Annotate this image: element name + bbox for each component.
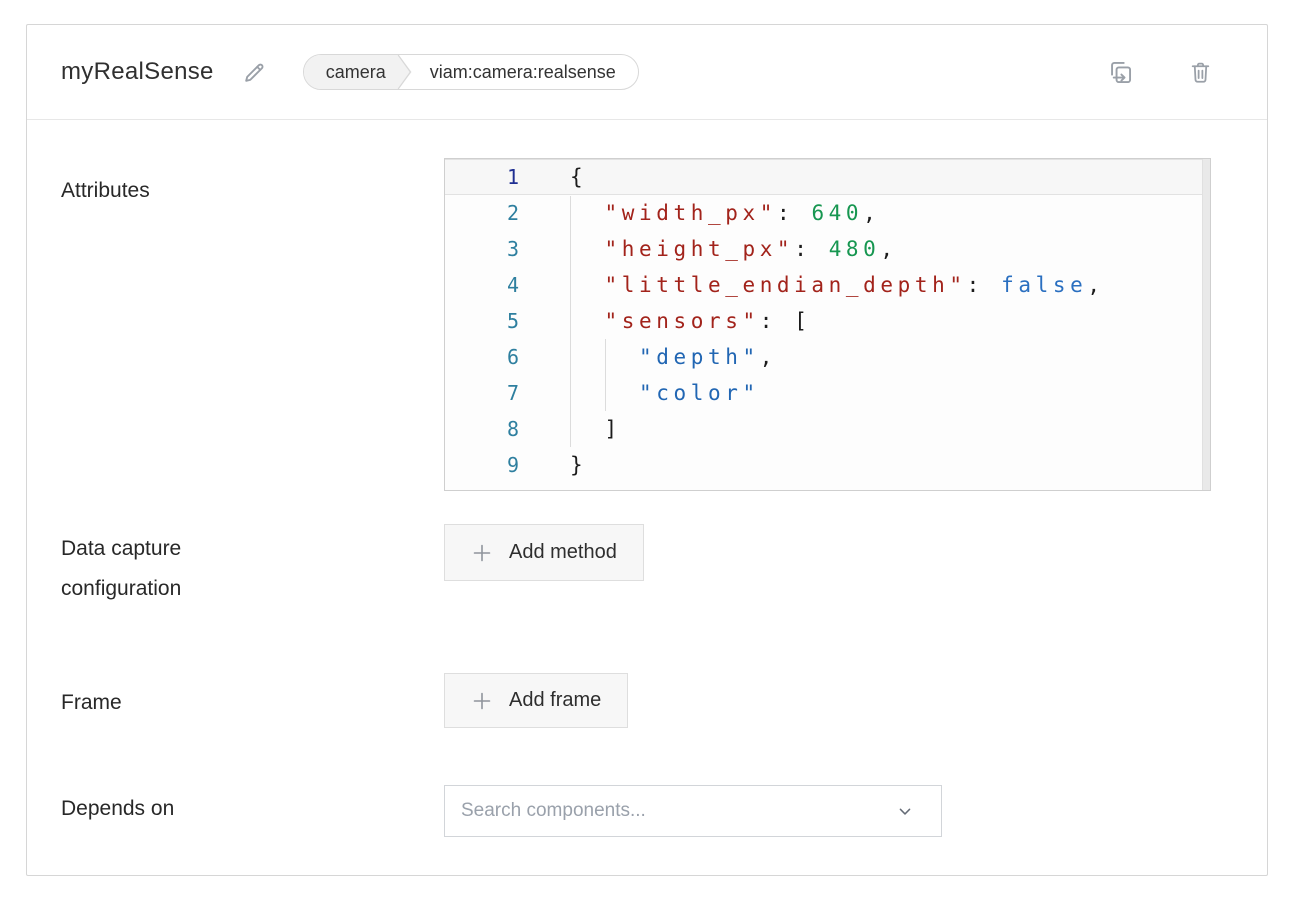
line-number: 5 xyxy=(445,303,519,339)
code-text: "little_endian_depth": false, xyxy=(519,267,1210,303)
attributes-json-editor[interactable]: 1{2 "width_px": 640,3 "height_px": 480,4… xyxy=(444,158,1211,491)
code-text: } xyxy=(519,447,1210,483)
line-number: 6 xyxy=(445,339,519,375)
line-number: 3 xyxy=(445,231,519,267)
code-text: "sensors": [ xyxy=(519,303,1210,339)
edit-pencil-icon xyxy=(242,60,267,85)
line-number: 4 xyxy=(445,267,519,303)
duplicate-button[interactable] xyxy=(1105,57,1136,88)
code-text: "height_px": 480, xyxy=(519,231,1210,267)
line-number: 9 xyxy=(445,447,519,483)
editor-scrollbar[interactable] xyxy=(1202,159,1210,490)
component-config-card: myRealSense camera viam:camera:realsense xyxy=(26,24,1268,876)
code-line[interactable]: 2 "width_px": 640, xyxy=(445,195,1210,231)
data-capture-label: Data capture configuration xyxy=(61,529,306,609)
indent-guide xyxy=(605,339,606,411)
add-method-button[interactable]: Add method xyxy=(444,524,644,581)
code-text: "depth", xyxy=(519,339,1210,375)
component-name: myRealSense xyxy=(61,58,214,86)
code-text: ] xyxy=(519,411,1210,447)
search-components-input[interactable] xyxy=(461,800,895,822)
breadcrumb-type: camera xyxy=(304,55,412,89)
code-line[interactable]: 5 "sensors": [ xyxy=(445,303,1210,339)
depends-on-label: Depends on xyxy=(61,789,174,829)
delete-button[interactable] xyxy=(1186,58,1215,87)
trash-icon xyxy=(1188,60,1213,85)
code-line[interactable]: 4 "little_endian_depth": false, xyxy=(445,267,1210,303)
code-line[interactable]: 6 "depth", xyxy=(445,339,1210,375)
plus-icon xyxy=(471,690,493,712)
code-line[interactable]: 8 ] xyxy=(445,411,1210,447)
code-line[interactable]: 9} xyxy=(445,447,1210,483)
add-frame-label: Add frame xyxy=(509,689,601,712)
indent-guide xyxy=(570,196,571,447)
add-frame-button[interactable]: Add frame xyxy=(444,673,628,728)
line-number: 8 xyxy=(445,411,519,447)
frame-label: Frame xyxy=(61,683,122,723)
code-line[interactable]: 3 "height_px": 480, xyxy=(445,231,1210,267)
depends-on-select[interactable] xyxy=(444,785,942,837)
breadcrumb: camera viam:camera:realsense xyxy=(303,54,639,90)
code-text: "width_px": 640, xyxy=(519,195,1210,231)
plus-icon xyxy=(471,542,493,564)
code-text: "color" xyxy=(519,375,1210,411)
duplicate-icon xyxy=(1107,59,1134,86)
component-header: myRealSense camera viam:camera:realsense xyxy=(27,25,1267,120)
code-text: { xyxy=(519,160,1210,194)
attributes-label: Attributes xyxy=(61,171,150,211)
breadcrumb-model: viam:camera:realsense xyxy=(412,55,638,89)
attributes-code[interactable]: 1{2 "width_px": 640,3 "height_px": 480,4… xyxy=(445,159,1210,483)
line-number: 1 xyxy=(445,160,519,194)
add-method-label: Add method xyxy=(509,541,617,564)
code-line[interactable]: 7 "color" xyxy=(445,375,1210,411)
chevron-down-icon xyxy=(895,801,915,821)
rename-button[interactable] xyxy=(240,58,269,87)
line-number: 7 xyxy=(445,375,519,411)
line-number: 2 xyxy=(445,195,519,231)
code-line[interactable]: 1{ xyxy=(445,159,1210,195)
